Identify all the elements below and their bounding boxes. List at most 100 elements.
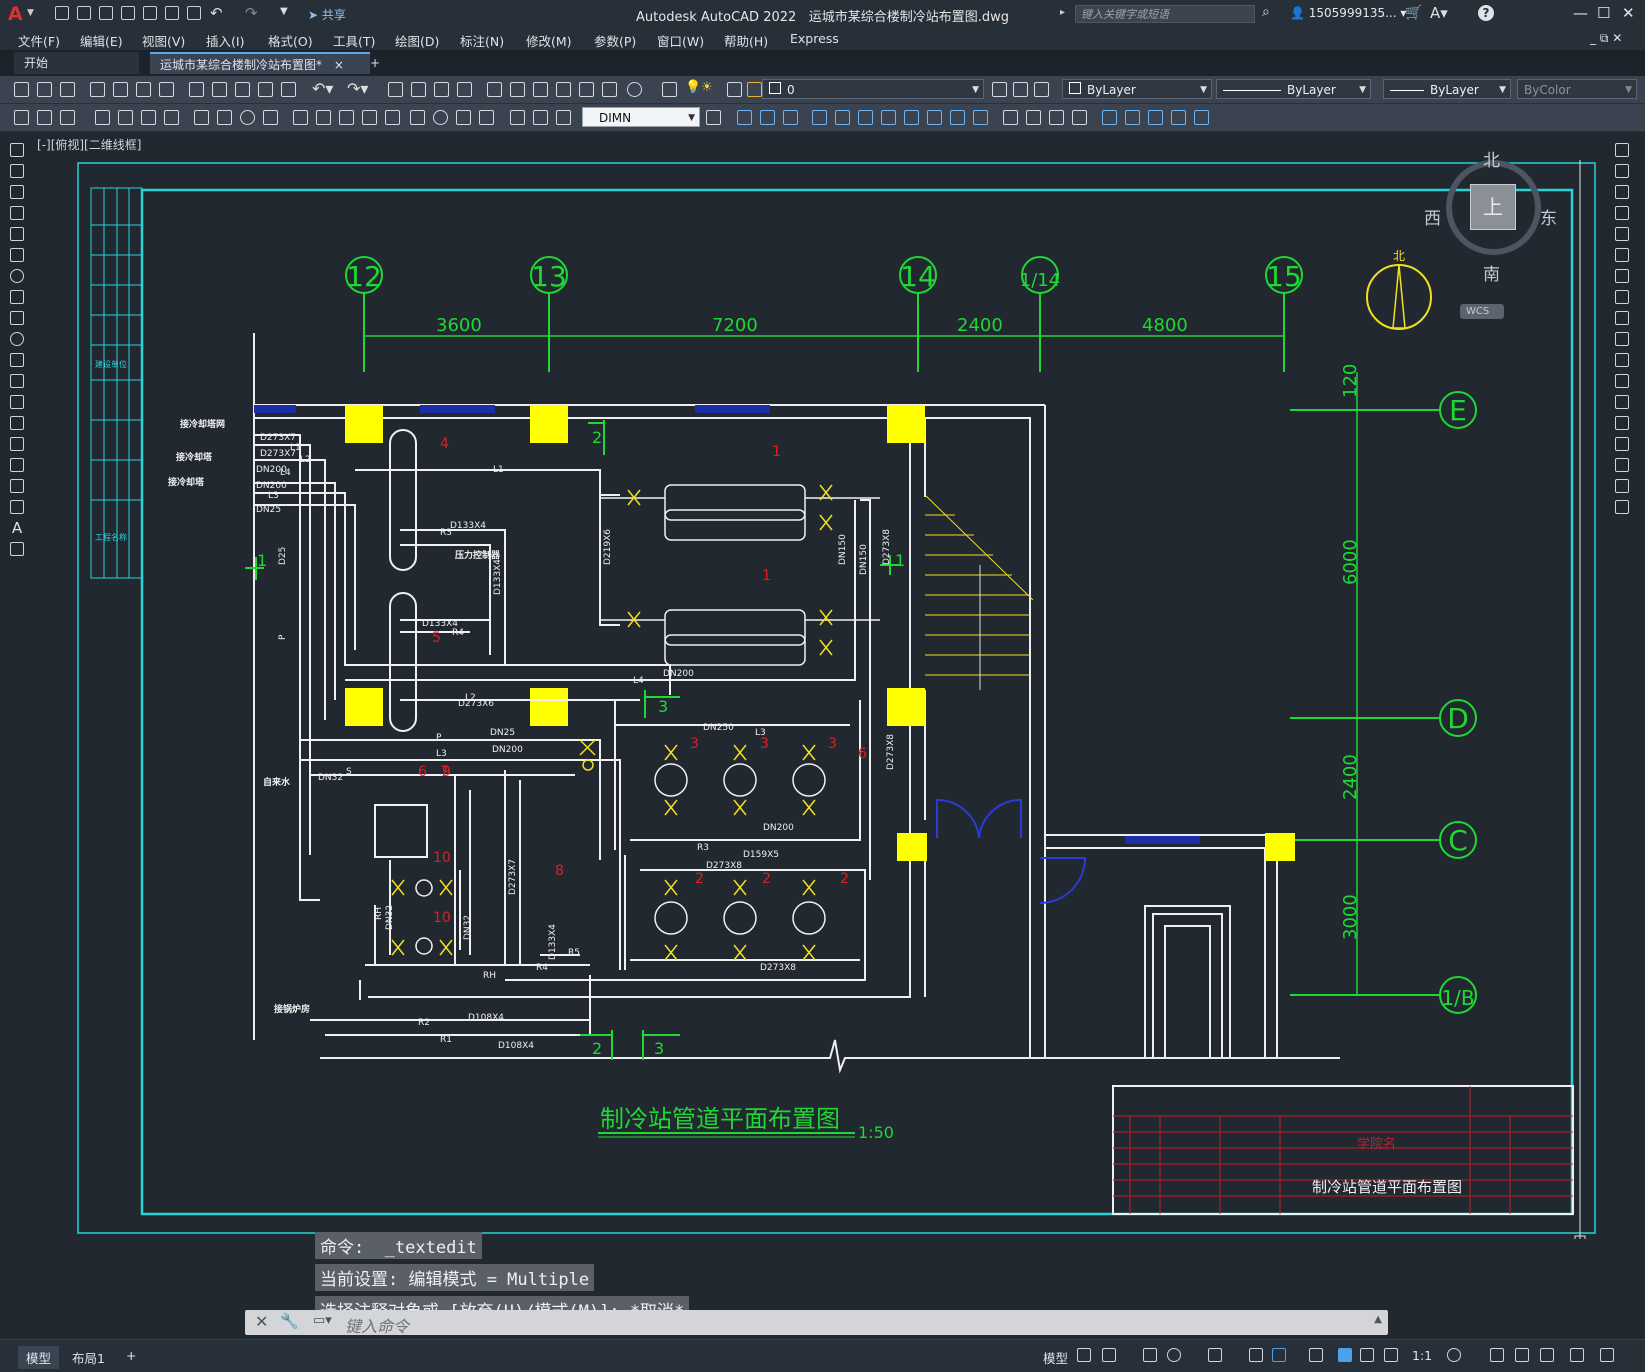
- tab-drawing[interactable]: 运城市某综合楼制冷站布置图* ×: [150, 52, 370, 74]
- quick-dim-icon[interactable]: [217, 110, 232, 125]
- otrack-icon[interactable]: [1249, 1348, 1263, 1362]
- view-3d-8-icon[interactable]: [904, 110, 919, 125]
- viewcube[interactable]: 上 北 南 东 西 WCS: [1418, 146, 1568, 336]
- open-icon[interactable]: [37, 82, 52, 97]
- fillet-tool-icon[interactable]: [1615, 458, 1629, 472]
- dim-override-icon[interactable]: [533, 110, 548, 125]
- menu-file[interactable]: 文件(F): [18, 31, 60, 50]
- qnew-icon[interactable]: [14, 82, 29, 97]
- cut-icon[interactable]: [189, 82, 204, 97]
- dim-arc-icon[interactable]: [60, 110, 75, 125]
- lineweight-dropdown[interactable]: ByLayer ▼: [1383, 79, 1511, 99]
- publish-icon[interactable]: [136, 82, 151, 97]
- search-icon[interactable]: ⌕: [1262, 4, 1270, 20]
- dim-reassociate-icon[interactable]: [556, 110, 571, 125]
- line-tool-icon[interactable]: [10, 143, 24, 157]
- view-3d-11-icon[interactable]: [973, 110, 988, 125]
- copy-icon[interactable]: [212, 82, 227, 97]
- osnap-icon[interactable]: [1272, 1348, 1286, 1362]
- matchprop-icon[interactable]: [258, 82, 273, 97]
- autodesk-app-icon[interactable]: A▾: [1430, 4, 1448, 22]
- move-tool-icon[interactable]: [1615, 248, 1629, 262]
- make-current-layer-icon[interactable]: [992, 82, 1007, 97]
- doc-minimize-button[interactable]: _ ⧉ ✕: [1590, 31, 1622, 46]
- design-center-icon[interactable]: [510, 82, 525, 97]
- snap-icon[interactable]: [1102, 1348, 1116, 1362]
- menu-dimension[interactable]: 标注(N): [460, 31, 504, 50]
- cart-icon[interactable]: 🛒: [1405, 5, 1422, 21]
- ortho-icon[interactable]: [1143, 1348, 1157, 1362]
- undo-icon[interactable]: ↶▾: [312, 79, 333, 98]
- polar-icon[interactable]: [1167, 1348, 1181, 1362]
- auto-scale-icon[interactable]: [1360, 1348, 1374, 1362]
- menu-view[interactable]: 视图(V): [142, 31, 185, 50]
- erase-tool-icon[interactable]: [1615, 143, 1629, 157]
- add-layout-button[interactable]: +: [118, 1346, 144, 1365]
- layer-previous-icon[interactable]: [1013, 82, 1028, 97]
- tab-layout1[interactable]: 布局1: [64, 1346, 113, 1369]
- command-history-toggle-icon[interactable]: ▲: [1374, 1314, 1382, 1325]
- menu-format[interactable]: 格式(O): [268, 31, 313, 50]
- viewcube-south[interactable]: 南: [1483, 260, 1500, 285]
- model-space-canvas[interactable]: 建设单位 工程名称 12 13 14 1/14 15 E D C 1/B 3600 7200 …: [33, 134, 1610, 1239]
- menu-window[interactable]: 窗口(W): [657, 31, 704, 50]
- dim-linear-icon[interactable]: [14, 110, 29, 125]
- plotstyle-dropdown[interactable]: ByColor ▼: [1517, 79, 1637, 99]
- view-3d-9-icon[interactable]: [927, 110, 942, 125]
- dim-baseline-icon[interactable]: [240, 110, 255, 125]
- menu-express[interactable]: Express: [790, 31, 839, 46]
- customization-menu-icon[interactable]: [1600, 1348, 1614, 1362]
- plot-icon[interactable]: [90, 82, 105, 97]
- tab-model[interactable]: 模型: [18, 1346, 60, 1369]
- offset-tool-icon[interactable]: [1615, 206, 1629, 220]
- chamfer-tool-icon[interactable]: [1615, 437, 1629, 451]
- visual-style-2-icon[interactable]: [1026, 110, 1041, 125]
- hatch-tool-icon[interactable]: [10, 437, 24, 451]
- save-icon[interactable]: [60, 82, 75, 97]
- arc-tool-icon[interactable]: [10, 248, 24, 262]
- insert-block-icon[interactable]: [10, 374, 24, 388]
- dim-edit-icon[interactable]: [433, 110, 448, 125]
- menu-modify[interactable]: 修改(M): [526, 31, 572, 50]
- sheet-set-icon[interactable]: [556, 82, 571, 97]
- visual-style-1-icon[interactable]: [1003, 110, 1018, 125]
- ucs-3-icon[interactable]: [1148, 110, 1163, 125]
- array-tool-icon[interactable]: [1615, 227, 1629, 241]
- jogged-linear-icon[interactable]: [410, 110, 425, 125]
- ucs-1-icon[interactable]: [1102, 110, 1117, 125]
- menu-draw[interactable]: 绘图(D): [395, 31, 439, 50]
- viewcube-top-face[interactable]: 上: [1470, 184, 1516, 230]
- dim-jogged-icon[interactable]: [141, 110, 156, 125]
- circle-tool-icon[interactable]: [10, 269, 24, 283]
- linetype-dropdown[interactable]: ByLayer ▼: [1216, 79, 1371, 99]
- quick-properties-icon[interactable]: [1540, 1348, 1554, 1362]
- model-space-toggle[interactable]: 模型: [1035, 1346, 1076, 1369]
- user-account-button[interactable]: 👤 1505999135... ▾: [1290, 6, 1406, 20]
- dim-diameter-icon[interactable]: [164, 110, 179, 125]
- layer-dropdown[interactable]: 0 ▼: [762, 79, 984, 99]
- explode-tool-icon[interactable]: [1615, 500, 1629, 514]
- menu-insert[interactable]: 插入(I): [206, 31, 244, 50]
- help-icon[interactable]: ?: [1478, 5, 1494, 21]
- clean-screen-icon[interactable]: [1570, 1348, 1584, 1362]
- view-3d-7-icon[interactable]: [881, 110, 896, 125]
- color-dropdown[interactable]: ByLayer ▼: [1062, 79, 1212, 99]
- grid-icon[interactable]: [1077, 1348, 1091, 1362]
- block-editor-icon[interactable]: [281, 82, 296, 97]
- region-tool-icon[interactable]: [10, 479, 24, 493]
- layer-lock-icon[interactable]: [747, 82, 762, 97]
- dim-text-edit-icon[interactable]: [456, 110, 471, 125]
- extend-tool-icon[interactable]: [1615, 353, 1629, 367]
- inspection-icon[interactable]: [385, 110, 400, 125]
- scale-tool-icon[interactable]: [1615, 290, 1629, 304]
- quickcalc-icon[interactable]: [602, 82, 617, 97]
- view-3d-1-icon[interactable]: [737, 110, 752, 125]
- rectangle-tool-icon[interactable]: [10, 227, 24, 241]
- close-tab-icon[interactable]: ×: [334, 58, 344, 72]
- search-expand-icon[interactable]: ▸: [1060, 7, 1065, 18]
- stretch-tool-icon[interactable]: [1615, 311, 1629, 325]
- spline-tool-icon[interactable]: [10, 311, 24, 325]
- revcloud-tool-icon[interactable]: [10, 290, 24, 304]
- ellipse-tool-icon[interactable]: [10, 332, 24, 346]
- paste-icon[interactable]: [235, 82, 250, 97]
